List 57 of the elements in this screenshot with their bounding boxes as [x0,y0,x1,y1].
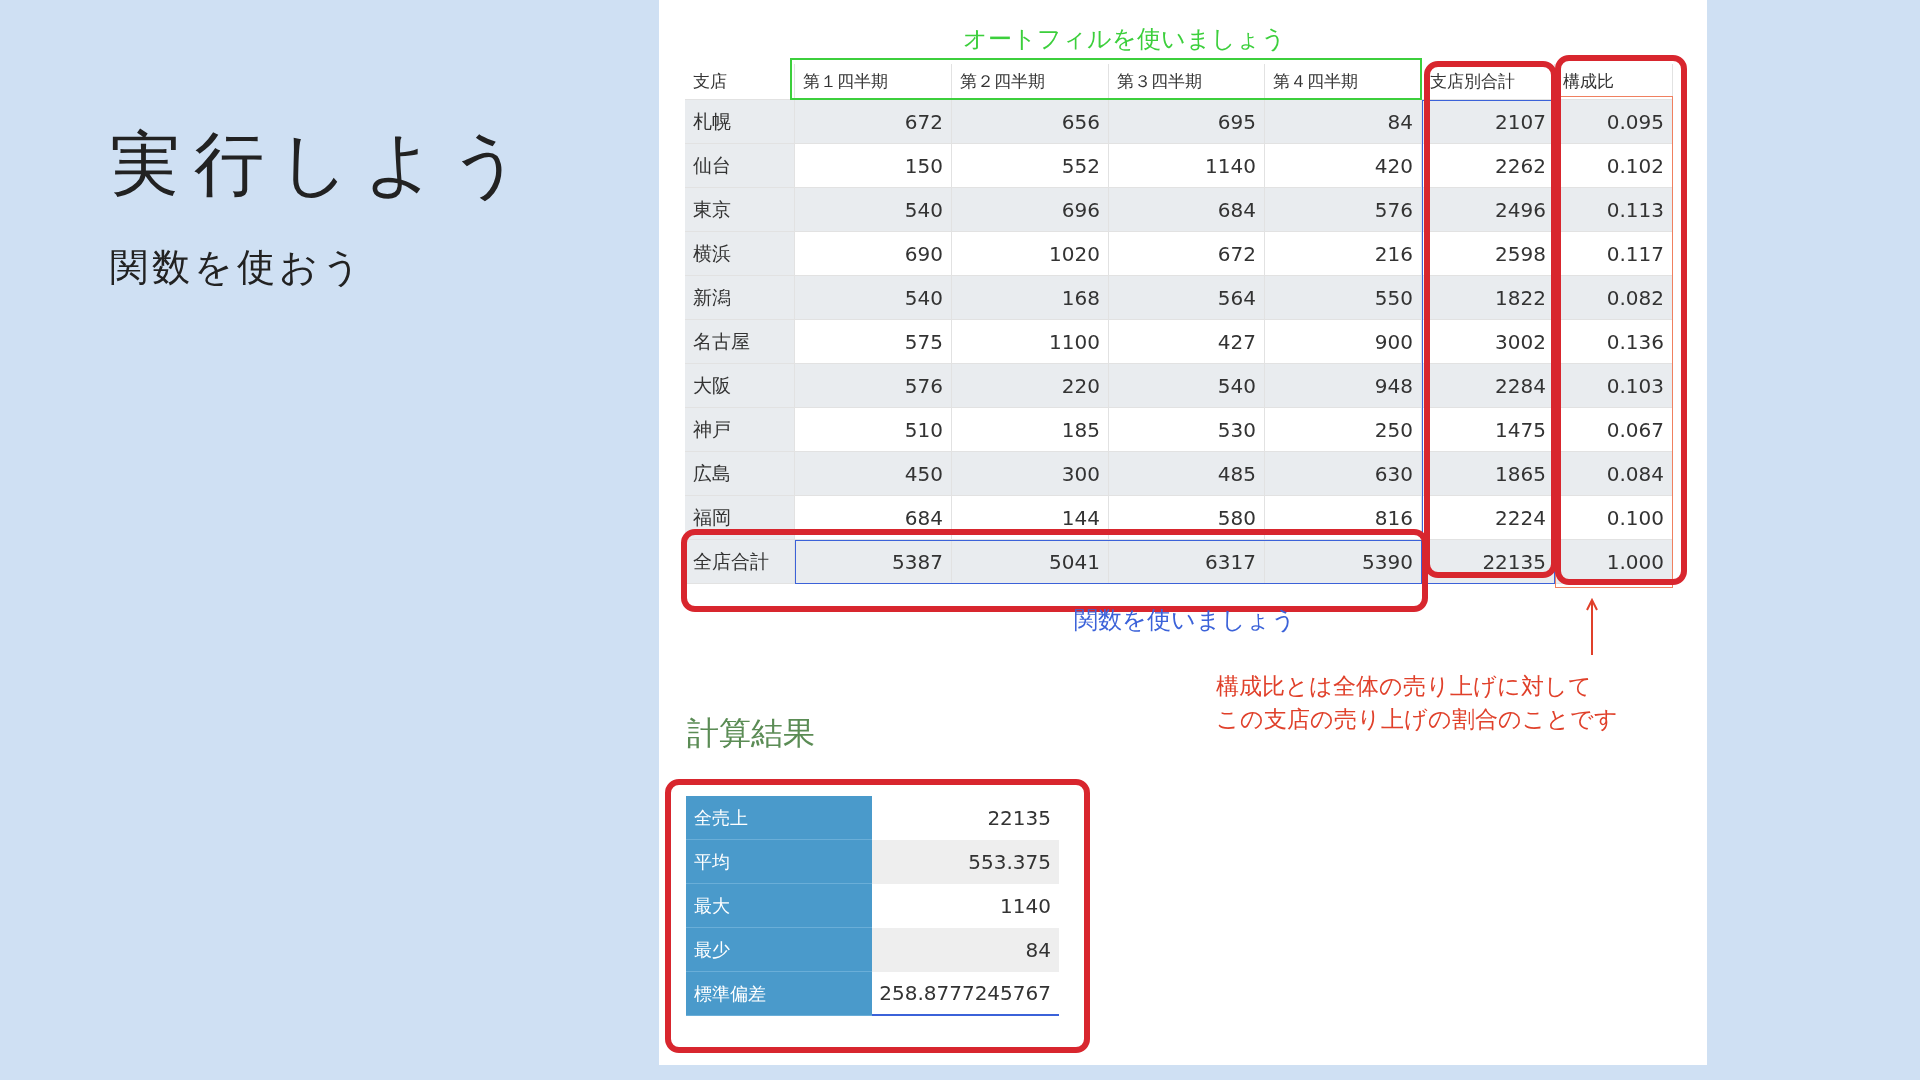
table-cell: 平均 [686,840,872,884]
table-cell: 全店合計 [685,540,795,584]
table-cell: 仙台 [685,144,795,188]
annotation-text: オートフィルを使いましょう [962,24,1286,55]
table-cell-text: 1140 [999,893,1052,920]
table-cell: 450 [795,452,952,496]
table-cell: 672 [795,100,952,144]
table-cell: 6317 [1109,540,1265,584]
table-cell: 144 [952,496,1109,540]
table-cell: 684 [1109,188,1265,232]
table-cell: 札幌 [685,100,795,144]
annotation-text: 関数を使いましょう [1074,605,1296,636]
table-cell: 横浜 [685,232,795,276]
table-cell: 696 [952,188,1109,232]
table-cell: 東京 [685,188,795,232]
annotation-text: 構成比とは全体の売り上げに対して [1216,672,1593,701]
table-cell: 84 [1265,100,1422,144]
table-cell: 最大 [686,884,872,928]
table-cell: 広島 [685,452,795,496]
results-heading: 計算結果 [687,713,815,754]
table-cell: 684 [795,496,952,540]
annotation-text: この支店の売り上げの割合のことです [1216,705,1618,734]
table-cell: 576 [795,364,952,408]
table-cell: 550 [1265,276,1422,320]
table-cell: 816 [1265,496,1422,540]
slide-subtitle: 関数を使おう [110,244,366,291]
table-cell: 全売上 [686,796,872,840]
table-cell: 300 [952,452,1109,496]
table-cell: 5041 [952,540,1109,584]
table-cell: 580 [1109,496,1265,540]
table-cell: 564 [1109,276,1265,320]
table-cell: 最少 [686,928,872,972]
table-cell: 576 [1265,188,1422,232]
table-cell: 656 [952,100,1109,144]
table-cell: 168 [952,276,1109,320]
table-cell: 695 [1109,100,1265,144]
table-cell: 220 [952,364,1109,408]
slide-title: 実行しよう [110,122,537,207]
table-cell: 標準偏差 [686,972,872,1016]
table-cell: 258.8777245767 [872,972,1059,1016]
table-cell-text: 22135 [986,805,1052,832]
table-cell: 540 [1109,364,1265,408]
table-cell: 大阪 [685,364,795,408]
table-cell: 485 [1109,452,1265,496]
table-cell: 540 [795,276,952,320]
table-cell: 84 [872,928,1059,972]
table-cell: 名古屋 [685,320,795,364]
table-cell: 5387 [795,540,952,584]
table-cell: 948 [1265,364,1422,408]
table-cell: 神戸 [685,408,795,452]
column-header: 支店別合計 [1422,64,1555,100]
table-cell: 553.375 [872,840,1059,884]
table-cell: 新潟 [685,276,795,320]
table-cell: 540 [795,188,952,232]
arrow-icon [1585,598,1599,656]
table-cell: 630 [1265,452,1422,496]
table-cell: 5390 [1265,540,1422,584]
